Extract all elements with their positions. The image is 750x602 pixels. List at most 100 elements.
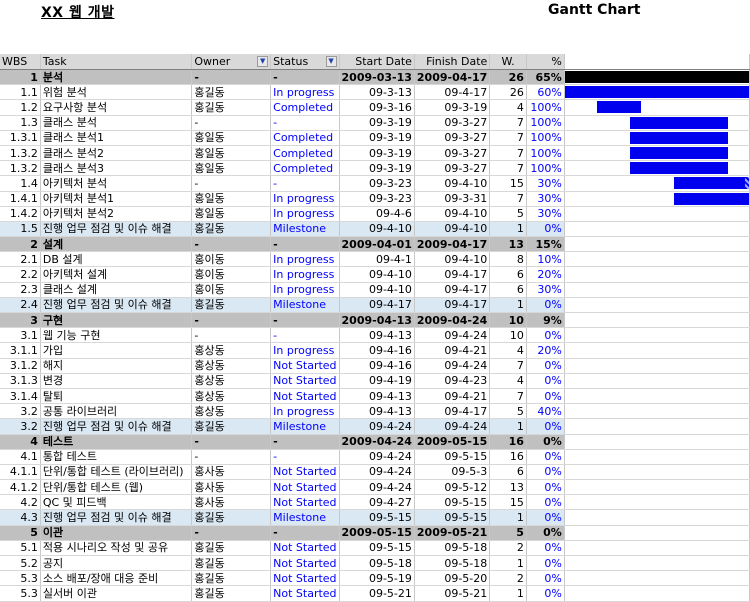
wbs-cell[interactable]: 5.3 <box>0 570 41 587</box>
weeks-cell[interactable]: 13 <box>489 479 527 496</box>
task-cell[interactable]: 아키텍처 분석1 <box>40 191 193 207</box>
task-cell[interactable]: 변경 <box>40 373 193 389</box>
percent-cell[interactable]: 0% <box>526 221 565 238</box>
start-date-cell[interactable]: 09-5-15 <box>339 540 415 557</box>
status-cell[interactable]: In progress <box>270 342 340 359</box>
task-cell[interactable]: 단위/통합 테스트 (웹) <box>40 479 193 496</box>
start-date-cell[interactable]: 09-4-17 <box>339 297 415 314</box>
start-date-cell[interactable]: 09-5-15 <box>339 509 415 526</box>
weeks-cell[interactable]: 7 <box>489 160 527 177</box>
start-date-cell[interactable]: 09-4-27 <box>339 494 415 511</box>
percent-cell[interactable]: 15% <box>526 236 565 253</box>
owner-cell[interactable]: 홍사동 <box>191 479 272 496</box>
percent-cell[interactable]: 100% <box>526 145 565 162</box>
task-cell[interactable]: 진행 업무 점검 및 이슈 해결 <box>40 509 193 526</box>
start-date-cell[interactable]: 09-4-19 <box>339 373 415 389</box>
finish-date-cell[interactable]: 09-5-21 <box>414 585 491 602</box>
start-date-cell[interactable]: 09-4-1 <box>339 251 415 268</box>
finish-date-cell[interactable]: 09-4-17 <box>414 266 491 283</box>
weeks-cell[interactable]: 2 <box>489 540 527 557</box>
task-cell[interactable]: QC 및 피드백 <box>40 494 193 511</box>
task-cell[interactable]: 위험 분석 <box>40 84 193 101</box>
col-header-finish[interactable]: Finish Date <box>414 54 491 70</box>
owner-cell[interactable]: - <box>191 175 272 192</box>
status-cell[interactable]: - <box>270 312 340 329</box>
finish-date-cell[interactable]: 2009-05-15 <box>414 434 491 450</box>
status-cell[interactable]: Completed <box>270 145 340 162</box>
col-header-wbs[interactable]: WBS <box>0 54 41 70</box>
start-date-cell[interactable]: 2009-04-13 <box>339 312 415 329</box>
owner-cell[interactable]: 홍일동 <box>191 160 272 177</box>
finish-date-cell[interactable]: 09-5-12 <box>414 479 491 496</box>
finish-date-cell[interactable]: 2009-04-17 <box>414 236 491 253</box>
status-cell[interactable]: Milestone <box>270 418 340 435</box>
percent-cell[interactable]: 0% <box>526 418 565 435</box>
wbs-cell[interactable]: 2.1 <box>0 251 41 268</box>
wbs-cell[interactable]: 1.3.2 <box>0 145 41 162</box>
owner-cell[interactable]: 홍길동 <box>191 221 272 238</box>
owner-cell[interactable]: 홍상동 <box>191 342 272 359</box>
task-cell[interactable]: 클래스 분석 <box>40 115 193 131</box>
wbs-cell[interactable]: 3.1.1 <box>0 342 41 359</box>
task-cell[interactable]: 적용 시나리오 작성 및 공유 <box>40 540 193 557</box>
percent-cell[interactable]: 0% <box>526 570 565 587</box>
finish-date-cell[interactable]: 09-4-17 <box>414 282 491 298</box>
percent-cell[interactable]: 0% <box>526 555 565 572</box>
percent-cell[interactable]: 0% <box>526 327 565 344</box>
status-cell[interactable]: Not Started <box>270 373 340 389</box>
percent-cell[interactable]: 30% <box>526 175 565 192</box>
weeks-cell[interactable]: 16 <box>489 434 527 450</box>
wbs-cell[interactable]: 4.1.1 <box>0 464 41 481</box>
weeks-cell[interactable]: 1 <box>489 418 527 435</box>
task-cell[interactable]: DB 설계 <box>40 251 193 268</box>
status-cell[interactable]: Completed <box>270 99 340 116</box>
start-date-cell[interactable]: 09-5-19 <box>339 570 415 587</box>
status-cell[interactable]: In progress <box>270 206 340 222</box>
wbs-cell[interactable]: 1.4.1 <box>0 191 41 207</box>
weeks-cell[interactable]: 10 <box>489 327 527 344</box>
status-cell[interactable]: Not Started <box>270 464 340 481</box>
status-cell[interactable]: Not Started <box>270 570 340 587</box>
wbs-cell[interactable]: 2.3 <box>0 282 41 298</box>
owner-cell[interactable]: - <box>191 69 272 86</box>
percent-cell[interactable]: 30% <box>526 282 565 298</box>
owner-cell[interactable]: - <box>191 115 272 131</box>
percent-cell[interactable]: 100% <box>526 115 565 131</box>
percent-cell[interactable]: 0% <box>526 509 565 526</box>
status-cell[interactable]: Not Started <box>270 585 340 602</box>
wbs-cell[interactable]: 3.2 <box>0 403 41 420</box>
weeks-cell[interactable]: 7 <box>489 191 527 207</box>
start-date-cell[interactable]: 2009-04-01 <box>339 236 415 253</box>
owner-cell[interactable]: 홍상동 <box>191 403 272 420</box>
weeks-cell[interactable]: 26 <box>489 69 527 86</box>
percent-cell[interactable]: 0% <box>526 585 565 602</box>
status-cell[interactable]: Not Started <box>270 540 340 557</box>
weeks-cell[interactable]: 4 <box>489 99 527 116</box>
owner-cell[interactable]: 홍길동 <box>191 509 272 526</box>
percent-cell[interactable]: 0% <box>526 358 565 374</box>
status-cell[interactable]: Not Started <box>270 555 340 572</box>
weeks-cell[interactable]: 1 <box>489 297 527 314</box>
weeks-cell[interactable]: 5 <box>489 206 527 222</box>
finish-date-cell[interactable]: 09-3-19 <box>414 99 491 116</box>
task-cell[interactable]: 아키텍처 분석 <box>40 175 193 192</box>
weeks-cell[interactable]: 6 <box>489 266 527 283</box>
start-date-cell[interactable]: 09-4-24 <box>339 479 415 496</box>
wbs-cell[interactable]: 3.1 <box>0 327 41 344</box>
wbs-cell[interactable]: 1.2 <box>0 99 41 116</box>
owner-cell[interactable]: 홍상동 <box>191 373 272 389</box>
wbs-cell[interactable]: 2.4 <box>0 297 41 314</box>
weeks-cell[interactable]: 8 <box>489 251 527 268</box>
finish-date-cell[interactable]: 09-4-24 <box>414 327 491 344</box>
start-date-cell[interactable]: 09-5-18 <box>339 555 415 572</box>
start-date-cell[interactable]: 09-4-6 <box>339 206 415 222</box>
wbs-cell[interactable]: 4.2 <box>0 494 41 511</box>
weeks-cell[interactable]: 7 <box>489 115 527 131</box>
weeks-cell[interactable]: 10 <box>489 312 527 329</box>
wbs-cell[interactable]: 4 <box>0 434 41 450</box>
finish-date-cell[interactable]: 09-4-21 <box>414 388 491 405</box>
weeks-cell[interactable]: 5 <box>489 525 527 541</box>
percent-cell[interactable]: 0% <box>526 540 565 557</box>
owner-cell[interactable]: 홍길동 <box>191 585 272 602</box>
col-header-status[interactable]: Status ▼ <box>270 54 340 70</box>
